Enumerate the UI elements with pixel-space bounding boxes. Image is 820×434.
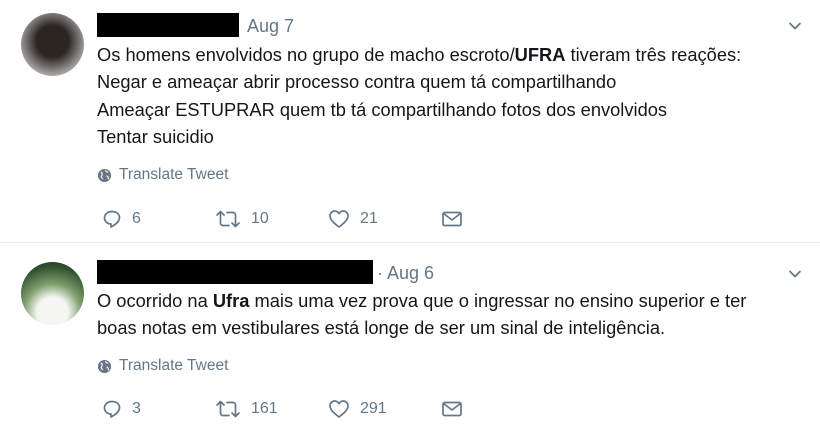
tweet-actions: 3 161 291 [102,399,463,419]
avatar[interactable] [21,13,84,76]
reply-count: 6 [132,210,141,227]
heart-icon [329,400,349,418]
tweet[interactable]: Aug 7 Os homens envolvidos no grupo de m… [0,0,820,242]
reply-icon [103,210,121,228]
direct-message-button[interactable] [441,400,463,418]
envelope-icon [442,211,462,227]
reply-icon [103,400,121,418]
retweet-button[interactable]: 161 [215,399,328,419]
like-count: 291 [360,400,387,417]
chevron-down-icon[interactable] [788,19,802,33]
tweet-line: Ameaçar ESTUPRAR quem tb tá compartilhan… [97,98,668,120]
reply-count: 3 [132,400,141,417]
retweet-icon [216,210,240,228]
tweet-actions: 6 10 21 [102,209,463,229]
tweet-line: Tentar suicidio [97,125,214,147]
translate-tweet-link[interactable]: Translate Tweet [97,166,228,184]
like-button[interactable]: 21 [328,209,441,229]
like-button[interactable]: 291 [328,399,441,419]
retweet-count: 161 [251,400,278,417]
tweet-date[interactable]: · Aug 6 [377,262,434,284]
translate-tweet-link[interactable]: Translate Tweet [97,357,228,375]
tweet-text: O ocorrido na Ufra mais uma vez prova qu… [97,287,802,342]
tweet-date[interactable]: Aug 7 [247,15,294,37]
tweet-line: Negar e ameaçar abrir processo contra qu… [97,71,617,93]
heart-icon [329,210,349,228]
tweet-line: boas notas em vestibulares está longe de… [97,317,666,339]
redacted-author-name [97,260,373,284]
direct-message-button[interactable] [441,210,463,228]
reply-button[interactable]: 3 [102,399,215,419]
redacted-author-name [97,13,239,37]
envelope-icon [442,401,462,417]
retweet-count: 10 [251,210,269,227]
like-count: 21 [360,210,378,227]
globe-icon [97,168,112,182]
tweet-line: O ocorrido na Ufra mais uma vez prova qu… [97,290,747,311]
tweet-line: Os homens envolvidos no grupo de macho e… [97,44,742,65]
retweet-button[interactable]: 10 [215,209,328,229]
globe-icon [97,359,112,373]
tweet[interactable]: · Aug 6 O ocorrido na Ufra mais uma vez … [0,243,820,434]
retweet-icon [216,400,240,418]
chevron-down-icon[interactable] [788,267,802,281]
reply-button[interactable]: 6 [102,209,215,229]
tweet-text: Os homens envolvidos no grupo de macho e… [97,41,802,150]
avatar[interactable] [21,262,84,325]
